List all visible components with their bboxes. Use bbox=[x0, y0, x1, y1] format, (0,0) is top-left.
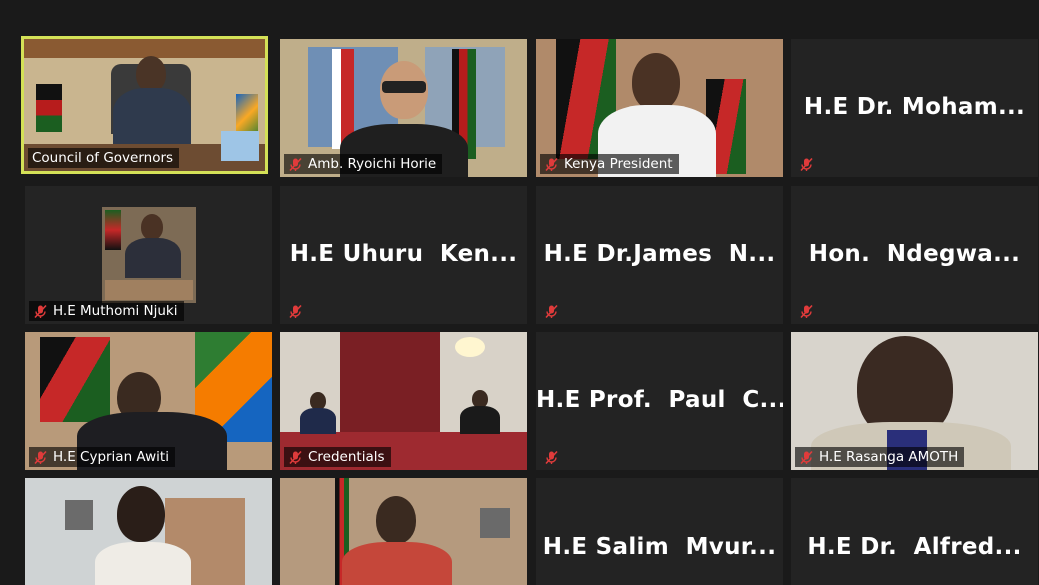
video-feed bbox=[280, 478, 527, 585]
participant-name: H.E Rasanga AMOTH bbox=[819, 449, 959, 465]
mic-muted-icon bbox=[33, 304, 48, 319]
participant-name: Council of Governors bbox=[32, 150, 174, 166]
participant-name: H.E Cyprian Awiti bbox=[53, 449, 169, 465]
participant-display-name: H.E Dr.James N... bbox=[543, 240, 776, 267]
participant-name-label: H.E Cyprian Awiti bbox=[29, 447, 175, 467]
video-feed bbox=[25, 478, 272, 585]
mic-muted-icon bbox=[544, 304, 559, 319]
mic-muted-icon bbox=[33, 450, 48, 465]
video-tile-row4-1[interactable] bbox=[25, 478, 272, 585]
mic-muted-icon bbox=[288, 157, 303, 172]
video-tile-amb-ryoichi-horie[interactable]: Amb. Ryoichi Horie bbox=[280, 39, 527, 177]
participant-name-label: Kenya President bbox=[540, 154, 679, 174]
participant-display-name: H.E Salim Mvur... bbox=[542, 533, 777, 560]
participant-name-label: Credentials bbox=[284, 447, 391, 467]
video-tile-kenya-president[interactable]: Kenya President bbox=[536, 39, 783, 177]
video-tile-h-e-rasanga-amoth[interactable]: H.E Rasanga AMOTH bbox=[791, 332, 1038, 470]
video-gallery: Council of Governors Amb. Ryoichi Horie bbox=[0, 0, 1039, 585]
video-tile-hon-ndegwa[interactable]: Hon. Ndegwa... bbox=[791, 186, 1038, 324]
video-tile-h-e-salim-mvur[interactable]: H.E Salim Mvur... bbox=[536, 478, 783, 585]
participant-display-name: H.E Uhuru Ken... bbox=[289, 240, 518, 267]
mic-muted-icon bbox=[288, 304, 303, 319]
participant-display-name: H.E Prof. Paul C... bbox=[536, 386, 783, 413]
video-tile-council-of-governors[interactable]: Council of Governors bbox=[21, 36, 268, 174]
participant-name-label bbox=[540, 447, 565, 467]
video-tile-h-e-dr-moham[interactable]: H.E Dr. Moham... bbox=[791, 39, 1038, 177]
participant-name: Credentials bbox=[308, 449, 385, 465]
mic-muted-icon bbox=[799, 157, 814, 172]
participant-display-name: Hon. Ndegwa... bbox=[808, 240, 1021, 267]
mic-muted-icon bbox=[544, 450, 559, 465]
participant-name: H.E Muthomi Njuki bbox=[53, 303, 178, 319]
video-tile-credentials[interactable]: Credentials bbox=[280, 332, 527, 470]
participant-display-name: H.E Dr. Moham... bbox=[803, 93, 1026, 120]
participant-name-label: H.E Muthomi Njuki bbox=[29, 301, 184, 321]
video-tile-h-e-dr-alfred[interactable]: H.E Dr. Alfred... bbox=[791, 478, 1038, 585]
video-tile-h-e-uhuru-ken[interactable]: H.E Uhuru Ken... bbox=[280, 186, 527, 324]
mic-muted-icon bbox=[799, 450, 814, 465]
mic-muted-icon bbox=[288, 450, 303, 465]
participant-name: Amb. Ryoichi Horie bbox=[308, 156, 437, 172]
participant-name-label: Council of Governors bbox=[28, 148, 180, 168]
participant-name: Kenya President bbox=[564, 156, 673, 172]
participant-display-name: H.E Dr. Alfred... bbox=[807, 533, 1022, 560]
video-tile-h-e-dr-james-n[interactable]: H.E Dr.James N... bbox=[536, 186, 783, 324]
video-tile-h-e-cyprian-awiti[interactable]: H.E Cyprian Awiti bbox=[25, 332, 272, 470]
participant-name-label: H.E Rasanga AMOTH bbox=[795, 447, 965, 467]
video-tile-h-e-muthomi-njuki[interactable]: H.E Muthomi Njuki bbox=[25, 186, 272, 324]
participant-name-label: Amb. Ryoichi Horie bbox=[284, 154, 443, 174]
mic-muted-icon bbox=[544, 157, 559, 172]
participant-name-label bbox=[795, 301, 820, 321]
video-tile-row4-2[interactable] bbox=[280, 478, 527, 585]
participant-name-label bbox=[540, 301, 565, 321]
participant-name-label bbox=[284, 301, 309, 321]
video-tile-h-e-prof-paul-c[interactable]: H.E Prof. Paul C... bbox=[536, 332, 783, 470]
mic-muted-icon bbox=[799, 304, 814, 319]
participant-name-label bbox=[795, 154, 820, 174]
